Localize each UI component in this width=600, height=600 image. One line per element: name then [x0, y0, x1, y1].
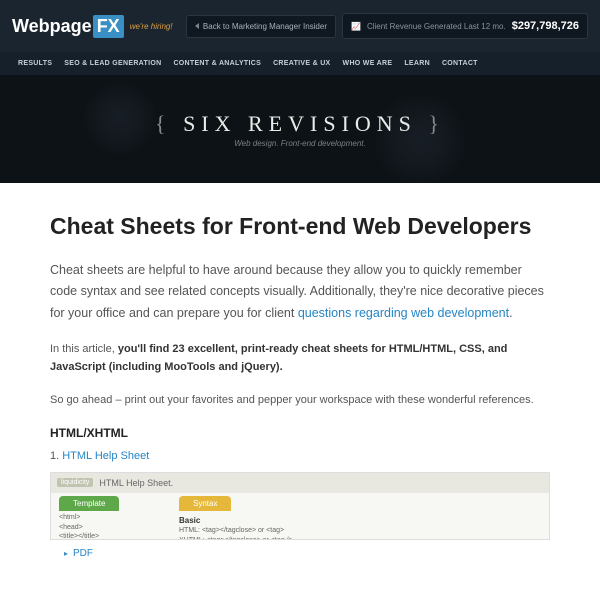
back-label: Back to Marketing Manager Insider: [203, 22, 327, 31]
thumb-basic-heading: Basic: [179, 513, 541, 526]
thumb-title: HTML Help Sheet.: [99, 478, 173, 488]
body1-bold: you'll find 23 excellent, print-ready ch…: [50, 343, 507, 374]
revenue-amount: $297,798,726: [512, 20, 579, 32]
revenue-label: Client Revenue Generated Last 12 mo.: [367, 22, 506, 31]
list-item: <head>: [59, 523, 153, 533]
item-link[interactable]: HTML Help Sheet: [62, 450, 149, 462]
cheatsheet-thumbnail[interactable]: liquidicity HTML Help Sheet. Template <h…: [50, 472, 550, 540]
body1-prefix: In this article,: [50, 343, 118, 355]
nav-seo[interactable]: SEO & LEAD GENERATION: [58, 52, 167, 75]
thumbnail-body: Template <html> <head> <title></title> M…: [51, 493, 549, 540]
list-item: <html>: [59, 513, 153, 523]
chevron-left-icon: [195, 23, 199, 29]
revenue-widget[interactable]: 📈 Client Revenue Generated Last 12 mo. $…: [342, 13, 588, 39]
intro-suffix: .: [509, 306, 512, 320]
section-heading-html: HTML/XHTML: [50, 426, 550, 440]
article-content: Cheat Sheets for Front-end Web Developer…: [0, 183, 600, 579]
intro-paragraph: Cheat sheets are helpful to have around …: [50, 260, 550, 324]
hiring-link[interactable]: we're hiring!: [130, 22, 173, 31]
cheatsheet-item-1: 1. HTML Help Sheet: [50, 450, 550, 462]
logo-text: Webpage: [12, 16, 92, 37]
nav-who[interactable]: WHO WE ARE: [337, 52, 399, 75]
item-number: 1.: [50, 450, 62, 462]
list-item: HTML: <tag></tagclose> or <tag>: [179, 526, 541, 536]
pdf-link[interactable]: PDF: [64, 548, 550, 559]
topbar: WebpageFX we're hiring! Back to Marketin…: [0, 0, 600, 52]
body-paragraph-1: In this article, you'll find 23 excellen…: [50, 340, 550, 377]
hero-banner: SIX REVISIONS Web design. Front-end deve…: [0, 75, 600, 183]
list-item: XHTML: <tag></tagclose> or <tag />: [179, 536, 541, 540]
graph-icon: 📈: [351, 22, 361, 31]
hero-title: SIX REVISIONS: [155, 111, 445, 137]
thumb-tab-template: Template: [59, 496, 119, 511]
logo-fx: FX: [93, 15, 124, 38]
thumb-logo: liquidicity: [57, 478, 93, 487]
thumb-right-content: Basic HTML: <tag></tagclose> or <tag> XH…: [161, 511, 549, 540]
page-title: Cheat Sheets for Front-end Web Developer…: [50, 213, 550, 240]
logo[interactable]: WebpageFX: [12, 15, 124, 38]
hero-subtitle: Web design. Front-end development.: [234, 139, 365, 148]
list-item: <title></title>: [59, 532, 153, 539]
back-button[interactable]: Back to Marketing Manager Insider: [186, 15, 336, 38]
nav-results[interactable]: RESULTS: [12, 52, 58, 75]
nav-content[interactable]: CONTENT & ANALYTICS: [167, 52, 267, 75]
nav-creative[interactable]: CREATIVE & UX: [267, 52, 336, 75]
thumb-left-content: <html> <head> <title></title> Meta tags: [51, 511, 161, 540]
navbar: RESULTS SEO & LEAD GENERATION CONTENT & …: [0, 52, 600, 75]
thumb-tab-syntax: Syntax: [179, 496, 231, 511]
topbar-right: Back to Marketing Manager Insider 📈 Clie…: [186, 13, 588, 39]
body-paragraph-2: So go ahead – print out your favorites a…: [50, 391, 550, 410]
nav-learn[interactable]: LEARN: [398, 52, 436, 75]
nav-contact[interactable]: CONTACT: [436, 52, 484, 75]
pdf-label: PDF: [73, 548, 93, 559]
thumbnail-header: liquidicity HTML Help Sheet.: [51, 473, 549, 493]
intro-link[interactable]: questions regarding web development: [298, 306, 509, 320]
